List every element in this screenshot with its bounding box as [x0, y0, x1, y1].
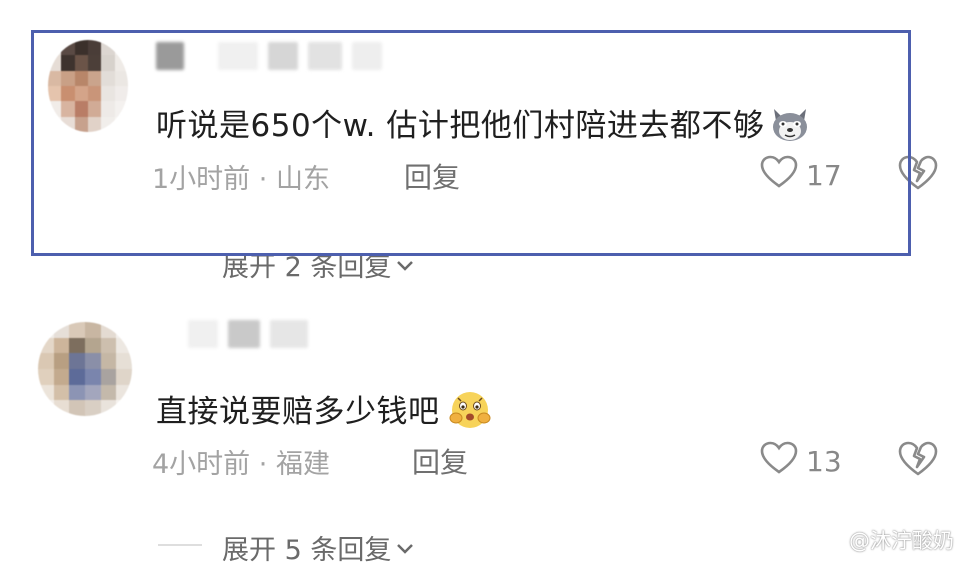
expand-replies-label: 展开 5 条回复: [222, 535, 392, 566]
comment-text: 直接说要赔多少钱吧: [156, 386, 492, 438]
expand-replies-button[interactable]: 展开 5 条回复: [222, 528, 415, 567]
comment-location: 福建: [275, 449, 330, 480]
reply-button[interactable]: 回复: [412, 441, 468, 481]
comment-meta: 4小时前 · 福建: [152, 442, 330, 481]
like-count: 13: [806, 445, 842, 478]
expand-divider-line: [158, 544, 202, 546]
broken-heart-icon: [898, 441, 938, 481]
meta-separator: ·: [258, 449, 268, 480]
watermark-text: @沐泞酸奶: [849, 529, 954, 553]
heart-icon: [760, 441, 798, 482]
dislike-button[interactable]: [898, 441, 938, 481]
like-button[interactable]: 13: [760, 441, 842, 482]
comment-time: 4小时前: [152, 449, 251, 480]
watermark: @沐泞酸奶: [849, 525, 954, 555]
highlight-box: [31, 30, 911, 256]
chevron-down-icon: [395, 532, 415, 563]
scared-crying-face-emoji-icon: [446, 390, 492, 438]
username-blurred[interactable]: [188, 320, 308, 348]
comment-text-content: 直接说要赔多少钱吧: [156, 394, 440, 430]
avatar[interactable]: [38, 322, 132, 416]
